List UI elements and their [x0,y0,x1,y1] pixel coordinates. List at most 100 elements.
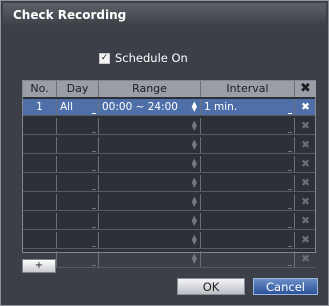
dropdown-marker-icon [288,189,292,190]
cell-day[interactable] [57,175,99,191]
cell-range[interactable]: ▲ ▼ [99,175,201,191]
dropdown-marker-icon [92,227,96,228]
check-recording-dialog: Check Recording ✓ Schedule On No. Day Ra… [0,0,329,306]
table-row[interactable]: ▲ ▼ ✖ [23,118,315,134]
delete-row-icon[interactable]: ✖ [295,194,316,210]
table-row[interactable]: ▲ ▼ ✖ [23,156,315,172]
dropdown-marker-icon [92,132,96,133]
dropdown-marker-icon [92,208,96,209]
table-row[interactable]: ▲ ▼ ✖ [23,194,315,210]
cell-interval[interactable]: 1 min. [201,99,295,115]
cell-day[interactable]: All [57,99,99,115]
table-row[interactable]: ▲ ▼ ✖ [23,213,315,229]
dropdown-marker-icon [288,246,292,247]
dropdown-marker-icon [92,265,96,266]
delete-row-icon[interactable]: ✖ [295,175,316,191]
cell-range[interactable]: ▲ ▼ [99,194,201,210]
table-header: No. Day Range Interval ✖ [23,81,316,97]
cell-range[interactable]: ▲ ▼ [99,251,201,267]
delete-row-icon[interactable]: ✖ [295,99,316,115]
schedule-on-toggle[interactable]: ✓ Schedule On [99,51,188,65]
dropdown-marker-icon [92,113,96,114]
cell-interval[interactable] [201,251,295,267]
spinner-icon[interactable]: ▲ ▼ [192,139,197,151]
dropdown-marker-icon [288,208,292,209]
dropdown-marker-icon [92,151,96,152]
cell-interval[interactable] [201,137,295,153]
cell-day[interactable] [57,118,99,134]
delete-row-icon[interactable]: ✖ [295,213,316,229]
delete-row-icon[interactable]: ✖ [295,118,316,134]
delete-all-icon[interactable]: ✖ [295,81,316,97]
header-no: No. [23,81,57,97]
spinner-icon[interactable]: ▲ ▼ [192,196,197,208]
row-divider [23,229,315,230]
cancel-button[interactable]: Cancel [253,278,318,295]
cell-day[interactable] [57,232,99,248]
schedule-table: No. Day Range Interval ✖ 1 All 00:00 ~ 24:… [22,80,316,268]
spinner-icon[interactable]: ▲ ▼ [192,120,197,132]
dropdown-marker-icon [288,227,292,228]
spinner-icon[interactable]: ▲ ▼ [192,253,197,265]
delete-row-icon[interactable]: ✖ [295,137,316,153]
cell-range[interactable]: ▲ ▼ [99,232,201,248]
cell-range[interactable]: ▲ ▼ [99,213,201,229]
spinner-icon[interactable]: ▲ ▼ [192,158,197,170]
cell-no [23,194,57,210]
cell-no [23,213,57,229]
header-day: Day [57,81,99,97]
schedule-on-checkbox[interactable]: ✓ [99,52,110,64]
dropdown-marker-icon [288,265,292,266]
cell-range[interactable]: ▲ ▼ [99,137,201,153]
cell-interval[interactable] [201,118,295,134]
dropdown-marker-icon [92,170,96,171]
cell-range[interactable]: 00:00 ~ 24:00 ▲ ▼ [99,99,201,115]
dropdown-marker-icon [288,113,292,114]
spinner-icon[interactable]: ▲ ▼ [192,234,197,246]
cell-range[interactable]: ▲ ▼ [99,156,201,172]
cell-no [23,175,57,191]
dropdown-marker-icon [288,170,292,171]
cell-no [23,156,57,172]
row-divider [23,153,315,154]
table-row[interactable]: ▲ ▼ ✖ [23,232,315,248]
table-row[interactable]: ▲ ▼ ✖ [23,251,315,267]
title-bar: Check Recording [3,3,326,27]
ok-button[interactable]: OK [177,278,245,295]
delete-row-icon[interactable]: ✖ [295,232,316,248]
dialog-title: Check Recording [13,8,127,22]
dropdown-marker-icon [92,189,96,190]
cell-interval[interactable] [201,232,295,248]
cell-day[interactable] [57,137,99,153]
row-divider [23,210,315,211]
cell-no [23,232,57,248]
delete-row-icon[interactable]: ✖ [295,251,316,267]
cell-day[interactable] [57,156,99,172]
row-divider [23,191,315,192]
cell-interval[interactable] [201,194,295,210]
table-row[interactable]: ▲ ▼ ✖ [23,175,315,191]
table-row[interactable]: 1 All 00:00 ~ 24:00 ▲ ▼ 1 min. ✖ [23,99,315,115]
row-divider [23,267,315,268]
header-interval: Interval [201,81,295,97]
row-divider [23,115,315,116]
row-divider [23,172,315,173]
cell-day[interactable] [57,251,99,267]
cell-no [23,137,57,153]
spinner-icon[interactable]: ▲ ▼ [192,177,197,189]
row-divider [23,248,315,249]
table-row[interactable]: ▲ ▼ ✖ [23,137,315,153]
cell-interval[interactable] [201,156,295,172]
cell-day[interactable] [57,194,99,210]
dropdown-marker-icon [288,132,292,133]
cell-day[interactable] [57,213,99,229]
spinner-icon[interactable]: ▲ ▼ [192,101,197,113]
row-divider [23,134,315,135]
delete-row-icon[interactable]: ✖ [295,156,316,172]
spinner-icon[interactable]: ▲ ▼ [192,215,197,227]
schedule-on-label: Schedule On [115,51,188,65]
cell-range[interactable]: ▲ ▼ [99,118,201,134]
add-row-button[interactable]: + [22,259,56,273]
cell-interval[interactable] [201,213,295,229]
cell-interval[interactable] [201,175,295,191]
